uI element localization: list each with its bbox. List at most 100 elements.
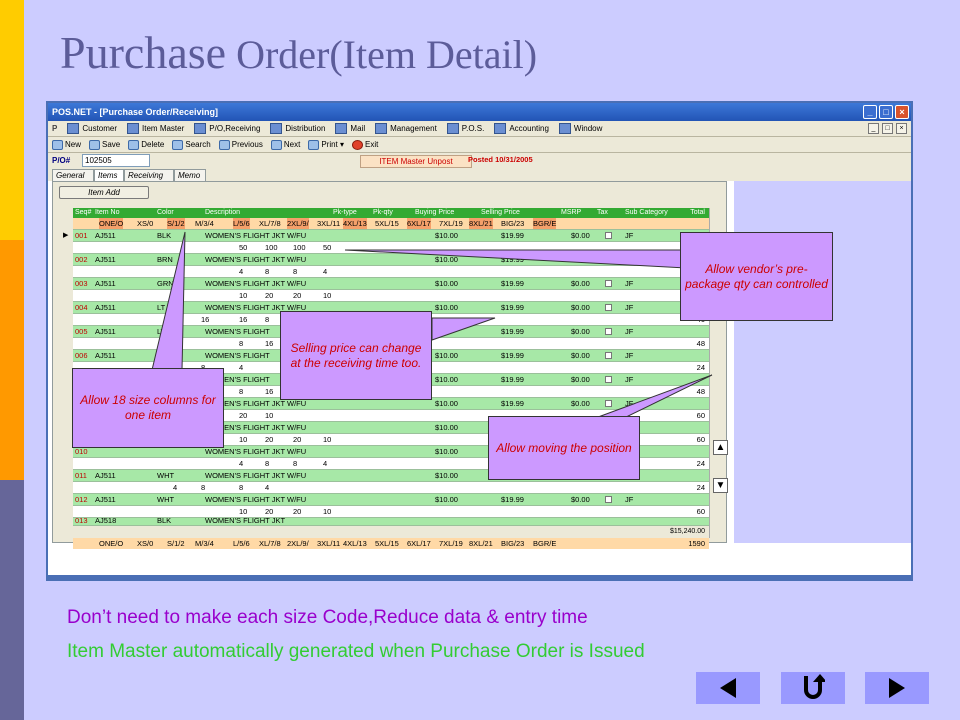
cell-desc[interactable]: WOMEN'S FLIGHT JKT W/FU bbox=[205, 254, 306, 265]
table-row-partial[interactable]: 013 AJ518 BLK WOMEN'S FLIGHT JKT bbox=[73, 518, 709, 526]
close-icon[interactable]: × bbox=[895, 105, 909, 119]
cell-seq[interactable]: 004 bbox=[75, 302, 88, 313]
size-qty-cell[interactable]: 8 bbox=[265, 266, 269, 277]
size-qty-cell[interactable]: 8 bbox=[265, 314, 269, 325]
cell-sub[interactable]: JF bbox=[625, 398, 633, 409]
size-qty-cell[interactable]: 10 bbox=[323, 434, 331, 445]
size-qty-cell[interactable]: 4 bbox=[239, 458, 243, 469]
toolbar-button-1[interactable]: Save bbox=[89, 139, 120, 150]
size-qty-cell[interactable]: 100 bbox=[293, 242, 306, 253]
size-qty-cell[interactable]: 20 bbox=[239, 410, 247, 421]
size-qty-cell[interactable]: 8 bbox=[239, 338, 243, 349]
cell-seq[interactable]: 011 bbox=[75, 470, 87, 481]
cell-sub[interactable]: JF bbox=[625, 230, 633, 241]
column-header[interactable]: Item No bbox=[95, 208, 120, 218]
menu-item-3[interactable]: Distribution bbox=[270, 123, 325, 134]
size-qty-row[interactable]: 5010010050300 bbox=[73, 242, 709, 254]
cell-color[interactable]: BLK bbox=[157, 230, 171, 241]
cell-seq[interactable]: 013 bbox=[75, 518, 88, 525]
size-qty-cell[interactable]: 20 bbox=[293, 434, 301, 445]
minimize-icon[interactable]: _ bbox=[863, 105, 877, 119]
size-qty-cell[interactable]: 50 bbox=[239, 242, 247, 253]
cell-msrp[interactable]: $0.00 bbox=[571, 326, 590, 337]
tax-checkbox[interactable] bbox=[605, 328, 612, 335]
cell-color[interactable]: LT bbox=[157, 326, 165, 337]
menu-item-4[interactable]: Mail bbox=[335, 123, 365, 134]
cell-item[interactable]: AJ511 bbox=[95, 494, 116, 505]
size-qty-cell[interactable]: 100 bbox=[265, 242, 278, 253]
size-qty-cell[interactable]: 8 bbox=[293, 458, 297, 469]
cell-msrp[interactable]: $0.00 bbox=[571, 302, 590, 313]
size-qty-cell[interactable]: 10 bbox=[323, 290, 331, 301]
cell-color[interactable]: LT E bbox=[157, 302, 172, 313]
size-qty-cell[interactable]: 10 bbox=[239, 290, 247, 301]
size-qty-row[interactable]: 1020201060 bbox=[73, 290, 709, 302]
cell-desc[interactable]: WOMEN'S FLIGHT bbox=[205, 326, 270, 337]
size-qty-cell[interactable]: 16 bbox=[201, 314, 209, 325]
size-qty-cell[interactable]: 16 bbox=[265, 338, 273, 349]
menu-item-5[interactable]: Management bbox=[375, 123, 437, 134]
cell-sell[interactable]: $19.99 bbox=[501, 254, 524, 265]
toolbar-button-5[interactable]: Next bbox=[270, 139, 300, 150]
cell-sub[interactable]: JF bbox=[625, 302, 633, 313]
column-header[interactable]: Sub Category bbox=[625, 208, 668, 218]
table-row[interactable]: ▶ 001 AJ511 BLK WOMEN'S FLIGHT JKT W/FU $10.0… bbox=[63, 230, 709, 242]
cell-item[interactable]: AJ511 bbox=[95, 278, 116, 289]
cell-buy[interactable]: $10.00 bbox=[435, 278, 458, 289]
column-header[interactable]: MSRP bbox=[561, 208, 581, 218]
cell-buy[interactable]: $10.00 bbox=[435, 374, 458, 385]
size-qty-row[interactable]: 488424 bbox=[73, 266, 709, 278]
size-qty-cell[interactable]: 10 bbox=[239, 434, 247, 445]
cell-desc[interactable]: WOMEN'S FLIGHT JKT W/FU bbox=[205, 494, 306, 505]
size-qty-cell[interactable]: 16 bbox=[265, 386, 273, 397]
cell-msrp[interactable]: $0.00 bbox=[571, 254, 590, 265]
tax-checkbox[interactable] bbox=[605, 280, 612, 287]
move-down-icon[interactable]: ▼ bbox=[713, 478, 728, 493]
cell-item[interactable]: AJ511 bbox=[95, 326, 116, 337]
size-qty-cell[interactable]: 4 bbox=[323, 458, 327, 469]
column-header[interactable]: Selling Price bbox=[481, 208, 520, 218]
size-qty-cell[interactable]: 20 bbox=[293, 290, 301, 301]
size-qty-cell[interactable]: 50 bbox=[323, 242, 331, 253]
column-header[interactable]: Color bbox=[157, 208, 174, 218]
toolbar-button-3[interactable]: Search bbox=[172, 139, 211, 150]
size-qty-cell[interactable]: 10 bbox=[265, 410, 273, 421]
cell-seq[interactable]: 012 bbox=[75, 494, 88, 505]
cell-desc[interactable]: WOMEN'S FLIGHT JKT W/FU bbox=[205, 230, 306, 241]
toolbar-button-6[interactable]: Print ▾ bbox=[308, 139, 344, 150]
menu-item-7[interactable]: Accounting bbox=[494, 123, 549, 134]
mdi-close-icon[interactable]: × bbox=[896, 123, 907, 134]
cell-color[interactable]: BLK bbox=[157, 518, 171, 525]
size-qty-cell[interactable]: 16 bbox=[239, 314, 247, 325]
tax-checkbox[interactable] bbox=[605, 232, 612, 239]
table-row[interactable]: 012 AJ511 WHT WOMEN'S FLIGHT JKT W/FU $10.00… bbox=[73, 494, 709, 506]
maximize-icon[interactable]: □ bbox=[879, 105, 893, 119]
cell-sell[interactable]: $19.99 bbox=[501, 230, 524, 241]
column-header[interactable]: Tax bbox=[597, 208, 608, 218]
cell-item[interactable]: AJ511 bbox=[95, 302, 116, 313]
column-header[interactable]: Seq# bbox=[75, 208, 91, 218]
tab-general[interactable]: General bbox=[52, 169, 94, 181]
cell-buy[interactable]: $10.00 bbox=[435, 302, 458, 313]
size-qty-cell[interactable]: 20 bbox=[265, 506, 273, 517]
cell-msrp[interactable]: $0.00 bbox=[571, 230, 590, 241]
column-header[interactable]: Description bbox=[205, 208, 240, 218]
tax-checkbox[interactable] bbox=[605, 256, 612, 263]
nav-previous-button[interactable] bbox=[696, 672, 760, 704]
cell-desc[interactable]: WOMEN'S FLIGHT JKT W/FU bbox=[205, 470, 306, 481]
menu-item-1[interactable]: Item Master bbox=[127, 123, 184, 134]
size-qty-cell[interactable]: 8 bbox=[239, 386, 243, 397]
column-header[interactable]: Pk-type bbox=[333, 208, 357, 218]
size-qty-cell[interactable]: 8 bbox=[293, 266, 297, 277]
cell-msrp[interactable]: $0.00 bbox=[571, 398, 590, 409]
cell-item[interactable]: AJ511 bbox=[95, 230, 116, 241]
cell-sell[interactable]: $19.99 bbox=[501, 374, 524, 385]
item-add-button[interactable]: Item Add bbox=[59, 186, 149, 199]
cell-buy[interactable]: $10.00 bbox=[435, 254, 458, 265]
po-number-field[interactable]: 102505 bbox=[82, 154, 150, 167]
size-qty-row[interactable]: 488424 bbox=[73, 482, 709, 494]
nav-next-button[interactable] bbox=[865, 672, 929, 704]
cell-sub[interactable]: JF bbox=[625, 326, 633, 337]
cell-color[interactable]: N bbox=[157, 350, 162, 361]
table-row[interactable]: 003 AJ511 GRN WOMEN'S FLIGHT JKT W/FU $10.00… bbox=[73, 278, 709, 290]
